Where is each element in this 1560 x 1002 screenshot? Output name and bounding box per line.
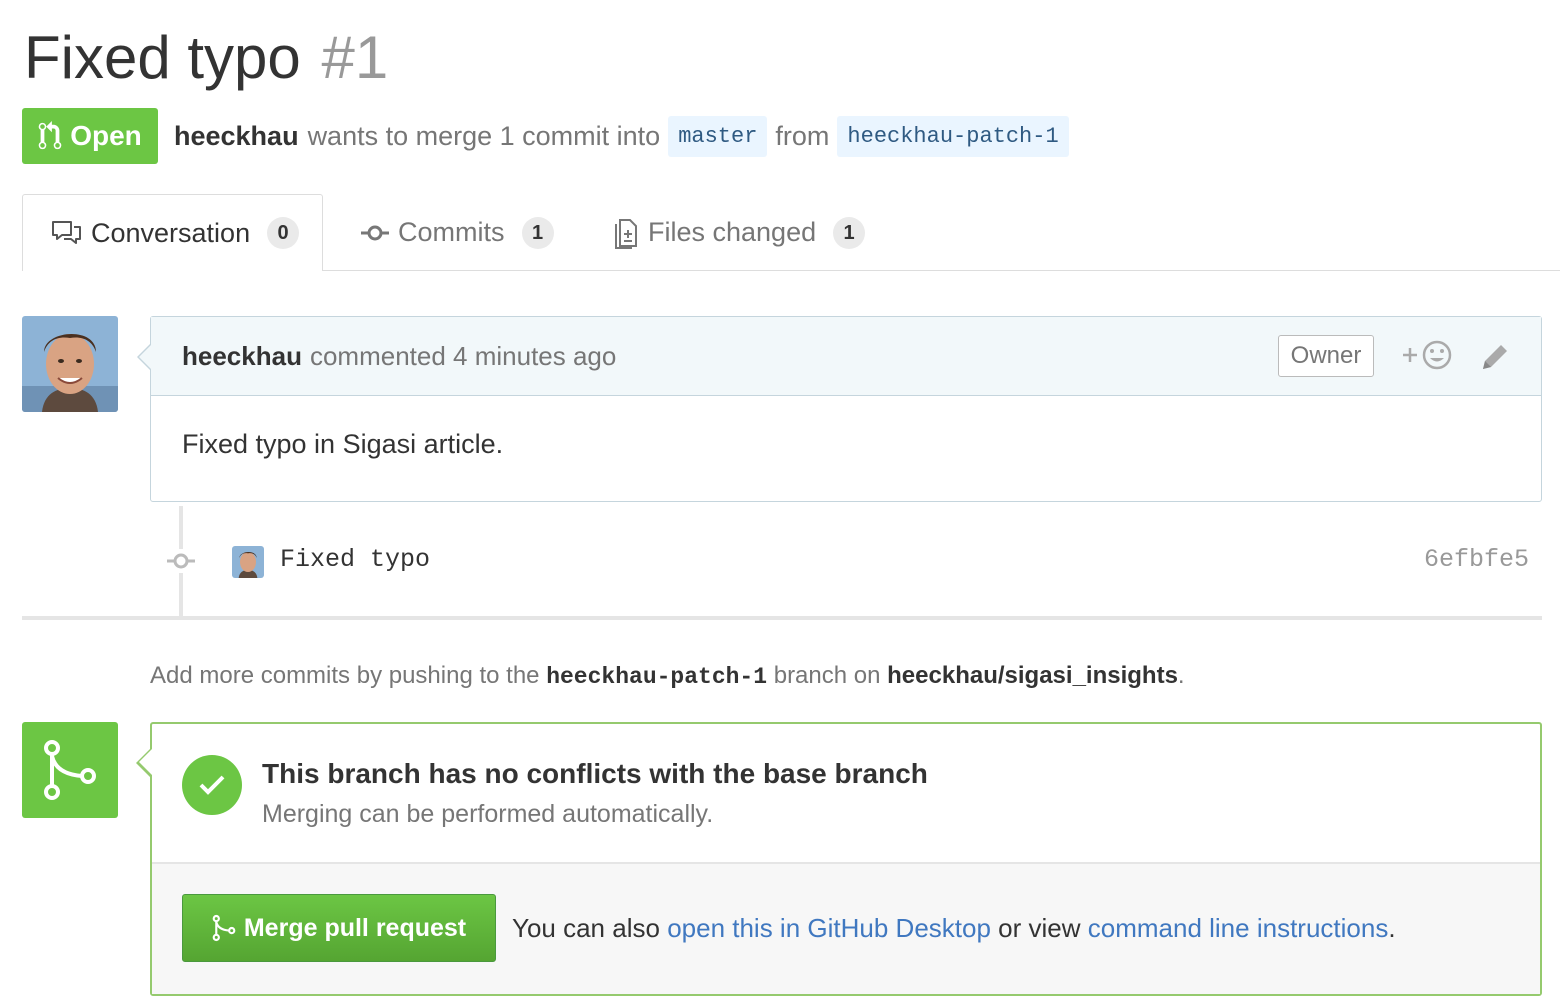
tab-conversation-counter: 0 bbox=[267, 217, 300, 249]
from-text: from bbox=[775, 120, 830, 151]
comment-header: heeckhau commented 4 minutes ago Owner bbox=[151, 317, 1541, 396]
git-commit-icon bbox=[360, 223, 390, 243]
merge-status-title: This branch has no conflicts with the ba… bbox=[262, 758, 928, 789]
pr-meta: heeckhau wants to merge 1 commit into ma… bbox=[174, 108, 1077, 164]
command-line-instructions-link[interactable]: command line instructions bbox=[1088, 913, 1389, 944]
head-branch[interactable]: heeckhau-patch-1 bbox=[837, 115, 1069, 157]
git-commit-icon bbox=[166, 549, 196, 578]
git-pull-request-icon bbox=[38, 121, 62, 150]
merge-footer: Merge pull request You can also open thi… bbox=[152, 862, 1540, 994]
add-reaction-button[interactable] bbox=[1401, 339, 1457, 376]
timeline-separator bbox=[22, 616, 1542, 620]
base-branch[interactable]: master bbox=[668, 115, 768, 157]
comment-author[interactable]: heeckhau bbox=[182, 341, 302, 372]
file-diff-icon bbox=[614, 216, 640, 250]
state-badge: Open bbox=[22, 108, 158, 164]
comment-discussion-icon bbox=[51, 218, 83, 248]
avatar[interactable] bbox=[22, 316, 118, 412]
commit-sha-link[interactable]: 6efbfe5 bbox=[1424, 540, 1529, 580]
comment-meta: heeckhau commented 4 minutes ago bbox=[182, 317, 616, 395]
note-suffix: . bbox=[1388, 912, 1396, 943]
comment-time[interactable]: 4 minutes ago bbox=[453, 341, 616, 372]
pr-title-text: Fixed typo bbox=[24, 24, 301, 91]
state-label: Open bbox=[70, 120, 142, 151]
help-repo: heeckhau/sigasi_insights bbox=[887, 662, 1178, 689]
comment-card: heeckhau commented 4 minutes ago Owner F… bbox=[137, 316, 1542, 502]
pr-author-link[interactable]: heeckhau bbox=[174, 121, 299, 152]
pr-number: #1 bbox=[321, 24, 389, 91]
check-icon bbox=[182, 755, 242, 815]
merge-box: This branch has no conflicts with the ba… bbox=[136, 722, 1542, 996]
help-branch: heeckhau-patch-1 bbox=[546, 664, 768, 690]
pr-title: Fixed typo #1 bbox=[24, 22, 388, 94]
merge-status-subtitle: Merging can be performed automatically. bbox=[262, 800, 714, 828]
note-middle: or view bbox=[998, 912, 1081, 943]
tab-conversation[interactable]: Conversation 0 bbox=[22, 194, 323, 271]
help-prefix: Add more commits by pushing to the bbox=[150, 662, 540, 689]
commit-author-avatar[interactable] bbox=[232, 546, 264, 578]
comment-body: Fixed typo in Sigasi article. bbox=[182, 429, 504, 459]
pencil-icon bbox=[1483, 345, 1507, 369]
tab-files-label: Files changed bbox=[648, 217, 817, 247]
help-middle: branch on bbox=[773, 662, 881, 689]
commit-message-link[interactable]: Fixed typo bbox=[280, 540, 430, 580]
tab-commits-label: Commits bbox=[398, 217, 505, 247]
tab-files-changed[interactable]: Files changed 1 bbox=[614, 194, 866, 271]
comment-action: commented bbox=[309, 340, 446, 371]
add-reaction-icon bbox=[1403, 340, 1452, 370]
tab-conversation-label: Conversation bbox=[91, 217, 251, 248]
note-prefix: You can also bbox=[512, 912, 660, 943]
merge-pull-request-button[interactable]: Merge pull request bbox=[182, 894, 496, 962]
git-merge-icon bbox=[212, 914, 236, 942]
open-github-desktop-link[interactable]: open this in GitHub Desktop bbox=[667, 913, 991, 944]
git-merge-icon bbox=[22, 722, 118, 818]
help-suffix: . bbox=[1177, 662, 1185, 689]
edit-comment-button[interactable] bbox=[1479, 341, 1511, 378]
owner-badge: Owner bbox=[1278, 335, 1374, 377]
tab-commits[interactable]: Commits 1 bbox=[360, 194, 554, 271]
merge-note: You can also open this in GitHub Desktop… bbox=[512, 894, 1396, 962]
tab-commits-counter: 1 bbox=[521, 216, 554, 249]
push-help-text: Add more commits by pushing to the heeck… bbox=[150, 660, 1185, 693]
tab-files-counter: 1 bbox=[833, 216, 866, 249]
merge-button-label: Merge pull request bbox=[243, 913, 467, 942]
merge-text: wants to merge 1 commit into bbox=[307, 120, 661, 151]
